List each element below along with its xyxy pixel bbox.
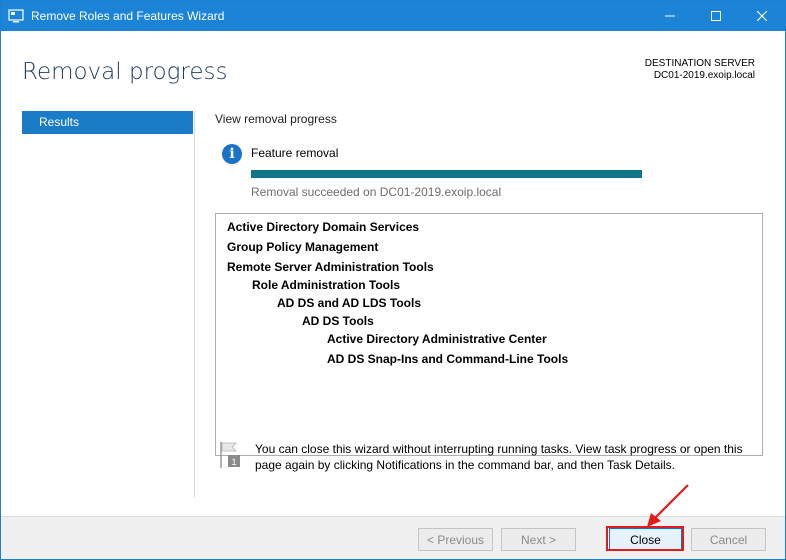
status-text: Removal succeeded on DC01-2019.exoip.loc… (251, 185, 502, 199)
window-title: Remove Roles and Features Wizard (31, 9, 225, 23)
close-window-button[interactable] (739, 1, 785, 31)
sidebar-item-results[interactable]: Results (22, 111, 193, 134)
feature-removal-label: Feature removal (251, 146, 339, 160)
sidebar-divider (194, 111, 195, 497)
wizard-body: Removal progress DESTINATION SERVER DC01… (1, 31, 785, 516)
page-title: Removal progress (22, 59, 228, 85)
previous-button[interactable]: < Previous (418, 528, 493, 551)
server-manager-icon (8, 9, 24, 23)
next-button[interactable]: Next > (501, 528, 576, 551)
progress-bar (251, 170, 642, 178)
list-item: Remote Server Administration Tools (227, 260, 434, 274)
cancel-button[interactable]: Cancel (691, 528, 766, 551)
wizard-window: Remove Roles and Features Wizard Removal… (0, 0, 786, 560)
list-item: AD DS and AD LDS Tools (277, 296, 421, 310)
progress-bar-fill (251, 170, 642, 178)
list-item: AD DS Tools (302, 314, 374, 328)
minimize-button[interactable] (647, 1, 693, 31)
destination-label: DESTINATION SERVER (644, 58, 755, 69)
title-bar[interactable]: Remove Roles and Features Wizard (1, 1, 785, 31)
close-icon (757, 11, 767, 21)
maximize-button[interactable] (693, 1, 739, 31)
info-icon: i (222, 144, 242, 164)
destination-server-info: DESTINATION SERVER DC01-2019.exoip.local (645, 58, 755, 82)
section-heading: View removal progress (215, 112, 337, 126)
info-note: You can close this wizard without interr… (255, 442, 743, 472)
destination-server-name: DC01-2019.exoip.local (653, 70, 755, 81)
list-item: AD DS Snap-Ins and Command-Line Tools (327, 352, 569, 366)
minimize-icon (665, 15, 675, 17)
notification-flag-icon: 1 (220, 442, 240, 468)
list-item: Role Administration Tools (252, 278, 401, 292)
list-item: Group Policy Management (227, 240, 379, 254)
maximize-icon (711, 11, 721, 21)
results-list[interactable]: Active Directory Domain Services Group P… (215, 213, 763, 456)
list-item: Active Directory Administrative Center (327, 332, 547, 346)
list-item: Active Directory Domain Services (227, 220, 420, 234)
annotation-arrow-icon (647, 484, 689, 527)
notification-badge: 1 (231, 457, 236, 467)
